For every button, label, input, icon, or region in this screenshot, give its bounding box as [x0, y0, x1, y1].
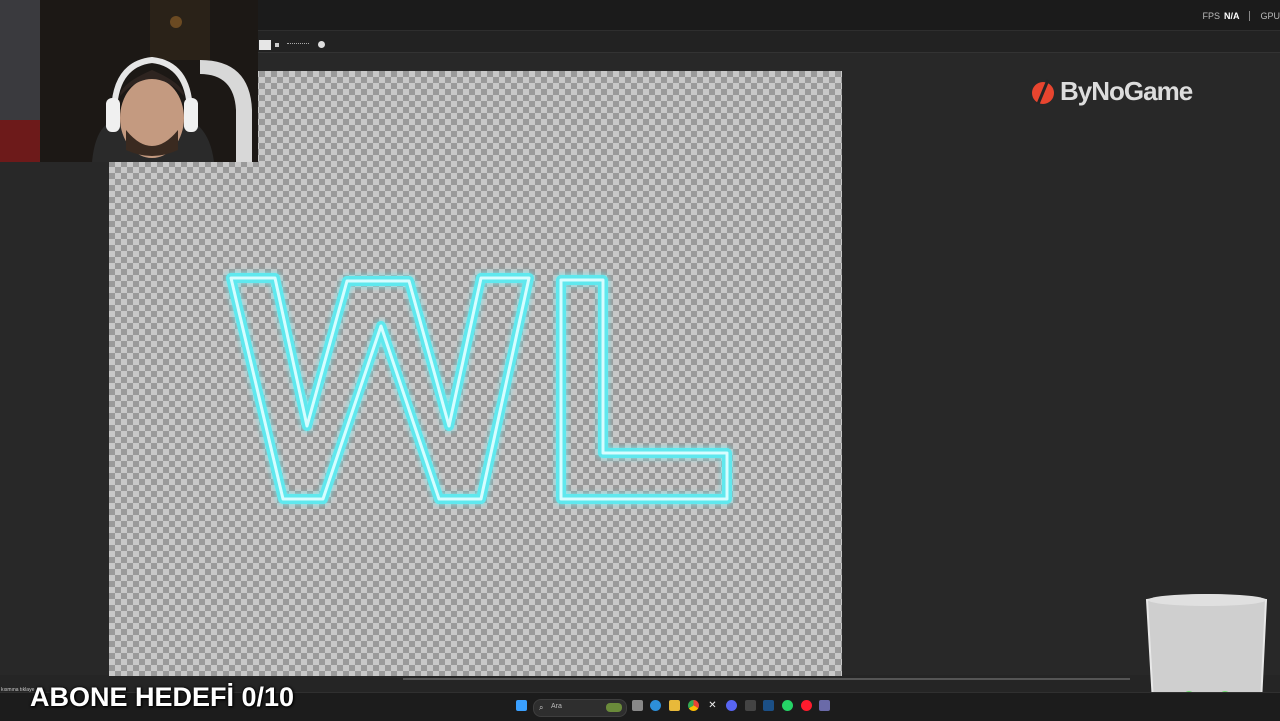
chrome-icon[interactable]: [688, 700, 699, 711]
foreground-color-swatch[interactable]: [259, 40, 271, 50]
search-icon: ⌕: [539, 703, 544, 712]
streamer-camera-image: [0, 0, 258, 162]
steam-icon[interactable]: [763, 700, 774, 711]
notepad-icon[interactable]: [819, 700, 830, 711]
brand-logo-text: ByNoGame: [1060, 76, 1193, 106]
fps-value: N/A: [1223, 11, 1240, 21]
bynogame-logo-icon: [1032, 78, 1054, 105]
search-highlight-icon: [606, 703, 622, 712]
webcam-overlay: [0, 0, 258, 162]
stats-separator: [1249, 11, 1251, 21]
brush-preset-icon[interactable]: [287, 43, 309, 48]
discord-icon[interactable]: [726, 700, 737, 711]
performance-stats: FPS N/A GPU: [1202, 11, 1280, 21]
search-placeholder: Ara: [551, 703, 562, 710]
store-icon[interactable]: [745, 700, 756, 711]
taskbar-search-box[interactable]: ⌕ Ara: [533, 699, 627, 717]
fps-label: FPS: [1202, 11, 1220, 21]
brand-logo: ByNoGame: [1030, 76, 1193, 107]
file-explorer-icon[interactable]: [669, 700, 680, 711]
opera-icon[interactable]: [801, 700, 812, 711]
task-view-icon[interactable]: [632, 700, 643, 711]
start-icon[interactable]: [516, 700, 527, 711]
brush-tip-icon[interactable]: [318, 41, 325, 48]
whatsapp-icon[interactable]: [782, 700, 793, 711]
swap-colors-icon[interactable]: [275, 43, 279, 47]
subscriber-goal: ABONE HEDEFİ 0/10: [30, 682, 295, 712]
edge-icon[interactable]: [650, 700, 661, 711]
horizontal-scrollbar[interactable]: [403, 678, 1130, 680]
x-icon[interactable]: ✕: [707, 700, 718, 711]
gpu-label: GPU: [1260, 11, 1280, 21]
